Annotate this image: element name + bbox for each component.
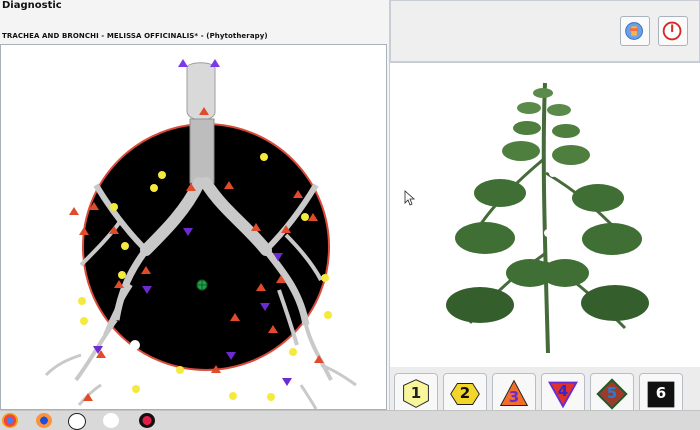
level-4-label: 4: [557, 382, 569, 400]
chrome-icon[interactable]: [2, 413, 18, 428]
diagnostic-panel: Diagnostic TRACHEA AND BRONCHI - MELISSA…: [0, 0, 390, 410]
marker-hexagon: [229, 392, 237, 400]
marker-inverted-triangle: [282, 378, 292, 386]
analysis-button[interactable]: [620, 16, 650, 46]
level-6-label: 6: [655, 384, 667, 402]
marker-hexagon: [78, 297, 86, 305]
anatomy-viewer[interactable]: [0, 44, 387, 410]
top-toolbar: [390, 0, 700, 62]
trachea-tube: [189, 118, 215, 184]
trachea: [186, 62, 216, 121]
marker-triangle: [178, 59, 188, 67]
app-icon[interactable]: [103, 413, 119, 428]
firefox-icon[interactable]: [36, 413, 52, 428]
marker-triangle: [69, 207, 79, 215]
app-window: Diagnostic TRACHEA AND BRONCHI - MELISSA…: [0, 0, 700, 430]
highlight-marker: [130, 340, 140, 350]
marker-hexagon: [110, 203, 118, 211]
analysis-icon: [625, 22, 643, 40]
marker-hexagon: [321, 274, 329, 282]
marker-triangle: [210, 59, 220, 67]
game-icon[interactable]: [139, 413, 155, 428]
marker-triangle: [314, 355, 324, 363]
plant-image: [390, 62, 700, 368]
taskbar: [0, 410, 700, 430]
marker-hexagon: [121, 242, 129, 250]
qq-icon[interactable]: [68, 413, 86, 430]
level-5-label: 5: [606, 384, 618, 402]
power-icon: [662, 21, 682, 41]
marker-hexagon: [301, 213, 309, 221]
level-2-label: 2: [459, 384, 471, 402]
marker-hexagon: [176, 366, 184, 374]
marker-hexagon: [158, 171, 166, 179]
marker-hexagon: [80, 317, 88, 325]
level-1-label: 1: [410, 384, 422, 402]
marker-hexagon: [267, 393, 275, 401]
marker-hexagon: [132, 385, 140, 393]
melissa-officinalis-illustration: [446, 82, 649, 354]
window-title: Diagnostic: [2, 0, 62, 11]
anatomy-illustration: [44, 59, 357, 410]
marker-hexagon: [150, 184, 158, 192]
marker-hexagon: [324, 311, 332, 319]
level-3-label: 3: [508, 388, 520, 406]
results-panel: [390, 0, 700, 410]
marker-hexagon: [289, 348, 297, 356]
diagnostic-subtitle: TRACHEA AND BRONCHI - MELISSA OFFICINALI…: [2, 32, 268, 40]
power-button[interactable]: [658, 16, 688, 46]
marker-hexagon: [260, 153, 268, 161]
marker-hexagon: [118, 271, 126, 279]
